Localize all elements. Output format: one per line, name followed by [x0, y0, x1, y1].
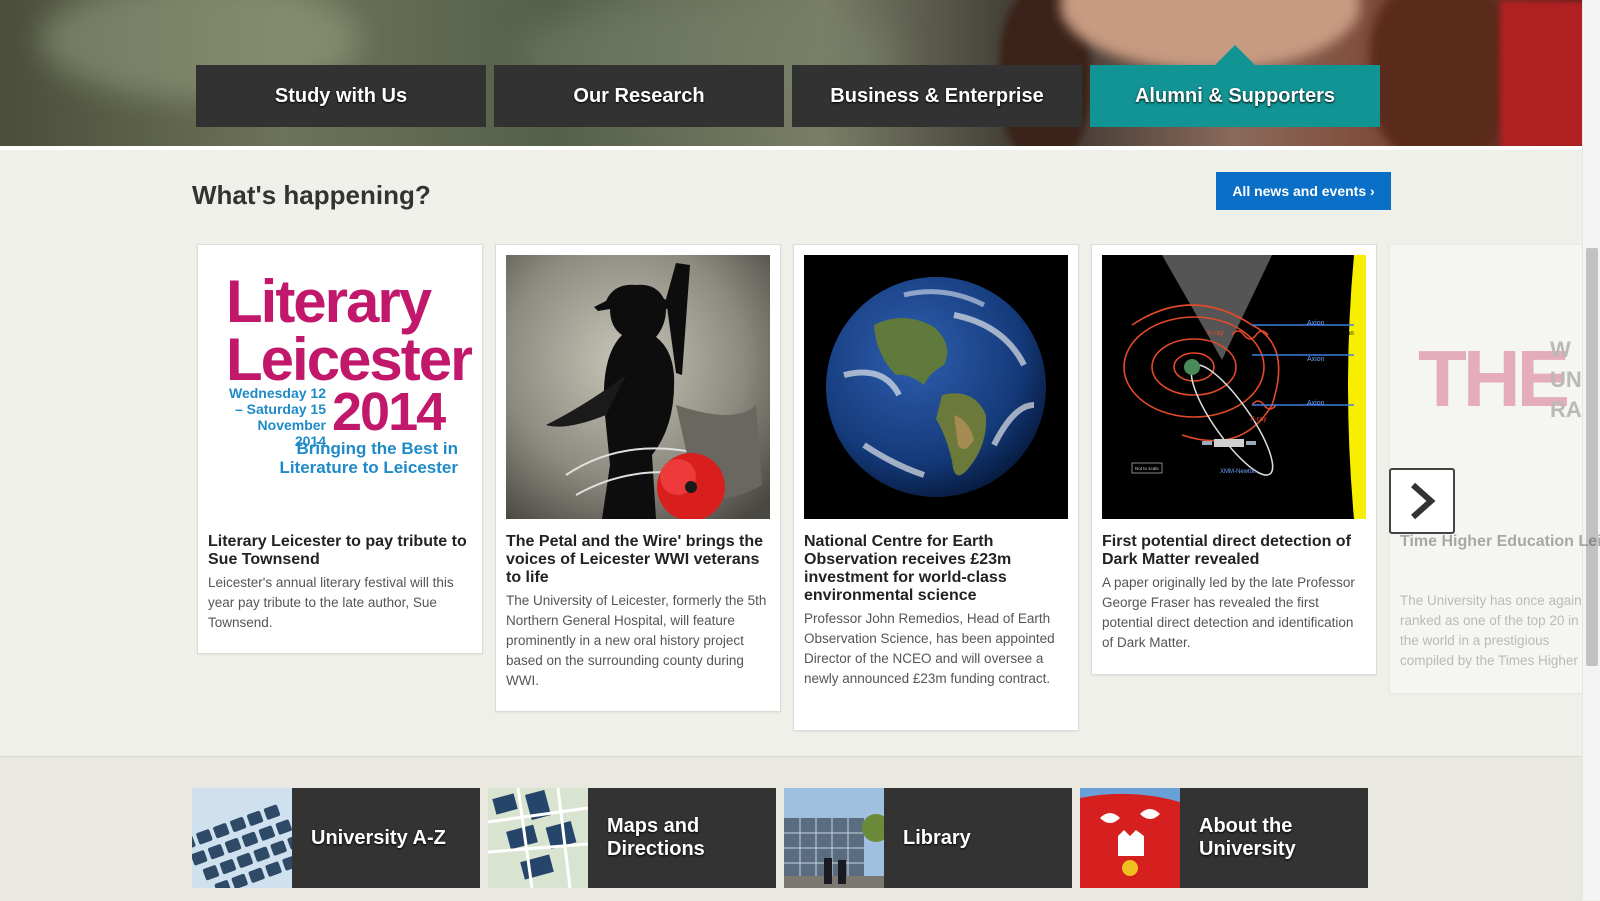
quicklink-library[interactable]: Library [784, 788, 1072, 888]
poster-line1: Literary [226, 268, 432, 335]
diagram-xray-1: X-ray [1207, 330, 1224, 337]
tab-study-with-us[interactable]: Study with Us [196, 65, 486, 127]
diagram-axion-2: Axion [1307, 356, 1325, 363]
section-title: What's happening? [192, 180, 431, 210]
carousel-next-button[interactable] [1389, 468, 1455, 534]
tab-alumni-supporters[interactable]: Alumni & Supporters [1090, 45, 1380, 127]
poster-tagline: Bringing the Best in Literature to Leice… [279, 439, 458, 477]
diagram-sun: Sun [1343, 331, 1354, 337]
main-nav: Study with Us Our Research Business & En… [196, 45, 1380, 127]
university-flag-thumbnail [1080, 788, 1180, 888]
quicklink-label: Library [884, 788, 1072, 888]
all-news-events-button[interactable]: All news and events › [1216, 172, 1391, 210]
news-card-literary-leicester[interactable]: Literary Leicester Wednesday 12 – Saturda… [197, 244, 483, 654]
news-card-petal-and-wire[interactable]: The Petal and the Wire' brings the voice… [495, 244, 781, 712]
tab-business-enterprise[interactable]: Business & Enterprise [792, 65, 1082, 127]
poster-year: 2014 [332, 382, 446, 442]
quicklink-maps-directions[interactable]: Maps and Directions [488, 788, 776, 888]
card-summary: Leicester's annual literary festival wil… [208, 575, 454, 630]
news-card-dark-matter[interactable]: Axion Axion Axion X-ray X-ray Sun XMM-Ne… [1091, 244, 1377, 675]
library-building-thumbnail [784, 788, 884, 888]
keyboard-thumbnail [192, 788, 292, 888]
diagram-scale-note: Not to scale [1135, 466, 1159, 471]
quicklink-label: About the University [1180, 788, 1368, 888]
hero-divider [0, 146, 1582, 150]
card-summary: Professor John Remedios, Head of Earth O… [804, 611, 1055, 686]
quicklink-label: Maps and Directions [588, 788, 776, 888]
quicklink-about-university[interactable]: About the University [1080, 788, 1368, 888]
quicklink-label: University A-Z [292, 788, 480, 888]
quicklink-university-a-z[interactable]: University A-Z [192, 788, 480, 888]
the-logo-text: THE [1418, 334, 1570, 423]
earth-globe-image[interactable] [804, 255, 1068, 519]
card-title[interactable]: The Petal and the Wire' brings the voice… [506, 533, 770, 587]
diagram-axion-3: Axion [1307, 400, 1325, 407]
map-thumbnail [488, 788, 588, 888]
chevron-right-icon [1411, 482, 1436, 520]
page-scrollbar[interactable] [1582, 0, 1600, 900]
dark-matter-diagram[interactable]: Axion Axion Axion X-ray X-ray Sun XMM-Ne… [1102, 255, 1366, 519]
soldier-silhouette-image[interactable] [506, 255, 770, 519]
card-summary: A paper originally led by the late Profe… [1102, 575, 1355, 650]
diagram-xray-2: X-ray [1250, 416, 1267, 423]
card-summary: The University has once again ranked as … [1400, 593, 1582, 668]
card-title[interactable]: Literary Leicester to pay tribute to Sue… [208, 533, 472, 569]
news-card-earth-observation[interactable]: National Centre for Earth Observation re… [793, 244, 1079, 731]
diagram-satellite: XMM-Newton [1220, 469, 1256, 475]
card-title[interactable]: National Centre for Earth Observation re… [804, 533, 1068, 605]
scrollbar-thumb[interactable] [1586, 248, 1598, 666]
the-logo-side-text: W UNI RA [1550, 337, 1583, 422]
card-title[interactable]: Time Higher Education Leicester among wo… [1400, 533, 1600, 551]
card-title[interactable]: First potential direct detection of Dark… [1102, 533, 1366, 569]
tab-our-research[interactable]: Our Research [494, 65, 784, 127]
card-summary: The University of Leicester, formerly th… [506, 593, 767, 688]
diagram-axion-1: Axion [1307, 320, 1325, 327]
literary-leicester-poster[interactable]: Literary Leicester Wednesday 12 – Saturda… [208, 255, 472, 519]
